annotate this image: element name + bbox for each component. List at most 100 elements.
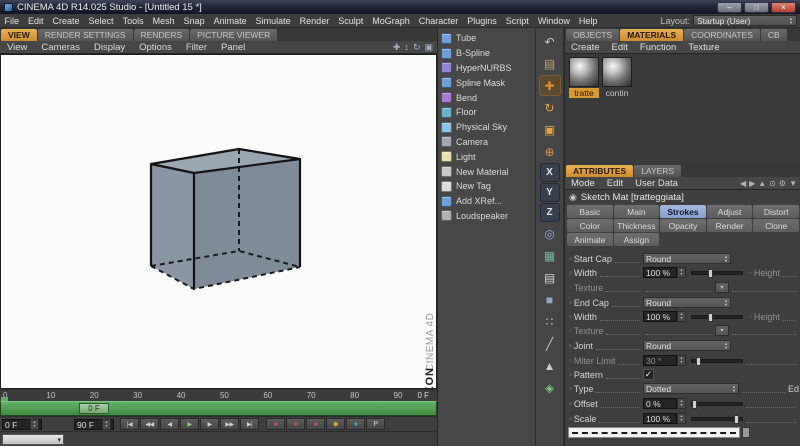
timeline-footer-field[interactable]: [2, 434, 64, 445]
end-frame-field[interactable]: 90 F: [74, 419, 114, 430]
record-keyframe-button[interactable]: ●: [266, 418, 285, 430]
start-cap-select[interactable]: Round: [643, 253, 731, 264]
record-scale-button[interactable]: ◆: [326, 418, 345, 430]
palette-item[interactable]: Tube: [438, 31, 535, 46]
menu-item[interactable]: MoGraph: [368, 14, 415, 28]
search-icon[interactable]: ⊙: [769, 179, 776, 188]
spinner-icon[interactable]: [30, 419, 39, 430]
materials-menu-item[interactable]: Texture: [682, 42, 725, 53]
material-thumbnail[interactable]: [569, 57, 599, 87]
menu-item[interactable]: Help: [574, 14, 602, 28]
next-key-button[interactable]: ▶▶: [220, 418, 239, 430]
menu-item[interactable]: Render: [295, 14, 334, 28]
joint-select[interactable]: Round: [643, 340, 731, 351]
section-tab[interactable]: Distort: [753, 205, 799, 218]
miter-limit-slider[interactable]: [691, 356, 743, 366]
start-width-slider[interactable]: [691, 268, 743, 278]
orbit-icon[interactable]: ↻: [413, 42, 421, 53]
render-settings-icon[interactable]: ▤: [539, 267, 561, 288]
menu-item[interactable]: Script: [501, 14, 533, 28]
section-tab[interactable]: Color: [567, 219, 613, 232]
coordinate-system-icon[interactable]: ◎: [539, 223, 561, 244]
end-width-slider[interactable]: [691, 312, 743, 322]
texture-select-button[interactable]: ▾: [715, 282, 729, 293]
undo-icon[interactable]: ↶: [539, 31, 561, 52]
viewport-tab[interactable]: VIEW: [1, 29, 37, 41]
start-width-field[interactable]: 100 %: [643, 267, 677, 278]
pattern-preview-handle[interactable]: [742, 427, 750, 438]
spinner-icon[interactable]: [677, 267, 686, 278]
menu-item[interactable]: Snap: [179, 14, 209, 28]
menu-item[interactable]: Plugins: [463, 14, 502, 28]
manager-tab[interactable]: MATERIALS: [620, 29, 684, 41]
offset-field[interactable]: 0 %: [643, 398, 677, 409]
rotate-tool-icon[interactable]: ↻: [539, 97, 561, 118]
forward-icon[interactable]: ▶: [749, 179, 755, 188]
scale-field[interactable]: 100 %: [643, 413, 677, 424]
section-tab[interactable]: Main: [613, 205, 660, 218]
spinner-icon[interactable]: [677, 413, 686, 424]
end-cap-select[interactable]: Round: [643, 297, 731, 308]
palette-item[interactable]: Physical Sky: [438, 120, 535, 135]
menu-item[interactable]: Animate: [209, 14, 251, 28]
minimize-button[interactable]: –: [717, 1, 742, 13]
point-mode-icon[interactable]: ∷: [539, 311, 561, 332]
goto-end-button[interactable]: ▶|: [240, 418, 259, 430]
materials-menu-item[interactable]: Edit: [606, 42, 634, 53]
material-name[interactable]: contin: [602, 88, 632, 98]
offset-slider[interactable]: [691, 399, 743, 409]
viewport-tab[interactable]: RENDER SETTINGS: [37, 29, 133, 41]
section-tab[interactable]: Thickness: [613, 219, 660, 232]
record-position-button[interactable]: ●: [306, 418, 325, 430]
model-mode-icon[interactable]: ■: [539, 289, 561, 310]
scale-tool-icon[interactable]: ▣: [539, 119, 561, 140]
record-rotation-button[interactable]: ●: [346, 418, 365, 430]
layout-select[interactable]: Startup (User): [693, 15, 797, 26]
section-tab[interactable]: Render: [706, 219, 753, 232]
cube-object[interactable]: [146, 143, 306, 295]
palette-item[interactable]: Add XRef...: [438, 194, 535, 209]
viewport-menu-item[interactable]: Panel: [214, 42, 252, 53]
move-tool-icon[interactable]: ✚: [538, 75, 561, 96]
palette-item[interactable]: New Tag: [438, 179, 535, 194]
spinner-icon[interactable]: [102, 419, 111, 430]
texture-select-button[interactable]: ▾: [715, 325, 729, 336]
pattern-checkbox[interactable]: ✓: [643, 369, 654, 380]
z-axis-lock[interactable]: Z: [539, 203, 560, 222]
attributes-tab[interactable]: LAYERS: [634, 165, 682, 177]
menu-item[interactable]: Simulate: [251, 14, 295, 28]
palette-item[interactable]: New Material: [438, 164, 535, 179]
viewport-tab[interactable]: RENDERS: [133, 29, 190, 41]
goto-start-button[interactable]: |◀: [120, 418, 139, 430]
viewport-menu-item[interactable]: Cameras: [34, 42, 87, 53]
viewport-3d[interactable]: CINEMA 4D MAXON: [0, 54, 437, 413]
timeline-ruler[interactable]: 0 10 20 30 40 50 60 70 80 90 0 F: [0, 389, 437, 401]
end-width-field[interactable]: 100 %: [643, 311, 677, 322]
menu-item[interactable]: Tools: [118, 14, 148, 28]
pan-icon[interactable]: ✚: [393, 42, 401, 53]
miter-limit-field[interactable]: 30 °: [643, 355, 677, 366]
y-axis-lock[interactable]: Y: [539, 183, 560, 202]
pattern-preview[interactable]: [568, 427, 740, 438]
play-button[interactable]: ▶: [180, 418, 199, 430]
start-frame-field[interactable]: 0 F: [2, 419, 42, 430]
autokeying-button[interactable]: ●: [286, 418, 305, 430]
section-tab[interactable]: Strokes: [660, 205, 706, 218]
edit-pattern-button[interactable]: Ed: [788, 384, 799, 394]
manager-tab[interactable]: COORDINATES: [684, 29, 760, 41]
material-thumbnail[interactable]: [602, 57, 632, 87]
manager-tab[interactable]: CB: [760, 29, 787, 41]
menu-item[interactable]: File: [0, 14, 24, 28]
materials-menu-item[interactable]: Create: [565, 42, 606, 53]
make-editable-icon[interactable]: ▤: [539, 53, 561, 74]
x-axis-lock[interactable]: X: [539, 163, 560, 182]
section-tab[interactable]: Opacity: [660, 219, 706, 232]
section-tab[interactable]: Animate: [567, 233, 613, 246]
pattern-type-select[interactable]: Dotted: [643, 383, 739, 394]
menu-item[interactable]: Sculpt: [334, 14, 368, 28]
settings-icon[interactable]: ⚙: [779, 179, 786, 188]
manager-tab[interactable]: OBJECTS: [566, 29, 620, 41]
palette-item[interactable]: B-Spline: [438, 46, 535, 61]
menu-item[interactable]: Mesh: [148, 14, 179, 28]
back-icon[interactable]: ◀: [740, 179, 746, 188]
